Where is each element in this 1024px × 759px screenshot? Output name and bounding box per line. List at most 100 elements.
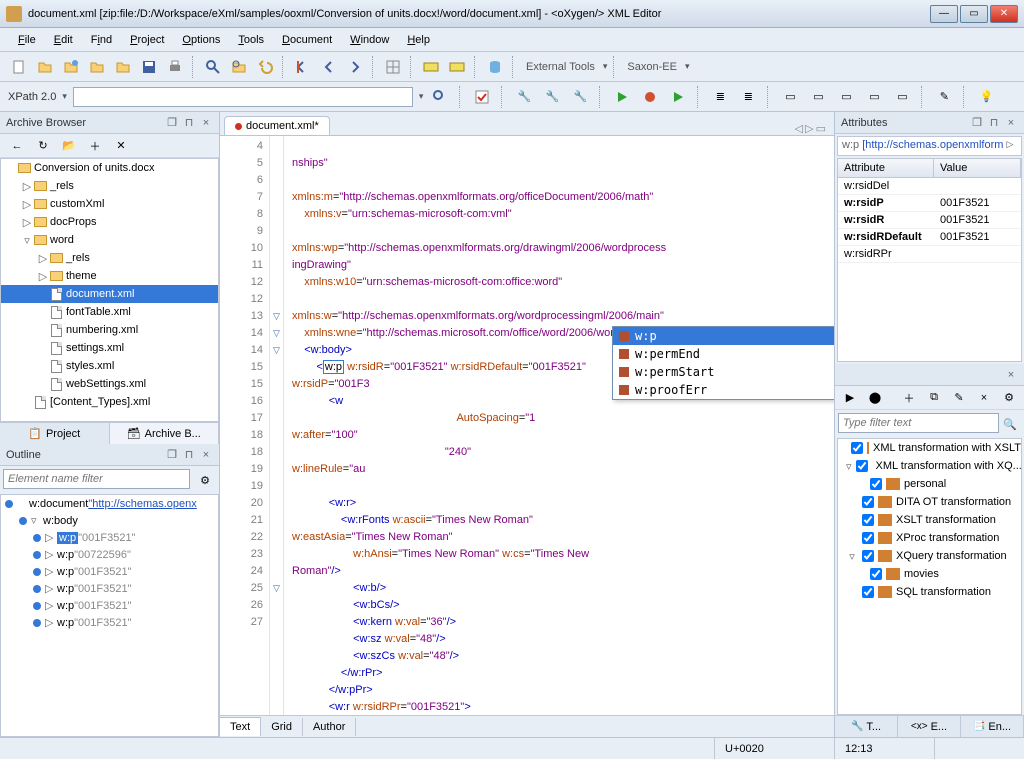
help-icon[interactable]: 💡 <box>975 86 997 108</box>
archive-folder[interactable]: ▷theme <box>1 267 218 285</box>
forward-icon[interactable] <box>344 56 366 78</box>
attributes-table[interactable]: Attribute Value w:rsidDelw:rsidP001F3521… <box>837 158 1022 362</box>
archive-new-icon[interactable]: ＋ <box>84 135 106 157</box>
debug-scenario-icon[interactable]: ⬤ <box>864 387 886 409</box>
archive-folder[interactable]: ▷customXml <box>1 195 218 213</box>
editor-tab-document[interactable]: document.xml* <box>224 116 330 135</box>
archive-root[interactable]: Conversion of units.docx <box>1 159 218 177</box>
menu-document[interactable]: Document <box>274 31 340 49</box>
mode-author[interactable]: Author <box>303 718 356 736</box>
scenario-item[interactable]: DITA OT transformation <box>838 493 1021 511</box>
mode-text[interactable]: Text <box>220 717 261 736</box>
open-find-icon[interactable] <box>86 56 108 78</box>
xquery-icon[interactable] <box>446 56 468 78</box>
right-tab-transform[interactable]: 🔧 T... <box>835 716 898 737</box>
outline-item[interactable]: ▷w:p "001F3521" <box>1 563 218 580</box>
run-wrench-icon[interactable] <box>667 86 689 108</box>
delete-icon[interactable]: × <box>973 387 995 409</box>
xpath-input[interactable] <box>73 87 413 107</box>
pi-icon[interactable]: ▭ <box>863 86 885 108</box>
mode-grid[interactable]: Grid <box>261 718 303 736</box>
archive-file[interactable]: numbering.xml <box>1 321 218 339</box>
scenario-item[interactable]: XSLT transformation <box>838 511 1021 529</box>
menu-tools[interactable]: Tools <box>230 31 272 49</box>
panel-close-icon[interactable]: × <box>1004 368 1018 382</box>
comment-icon[interactable]: ▭ <box>807 86 829 108</box>
outline-item[interactable]: ▿w:body <box>1 512 218 529</box>
scenario-item[interactable]: ▿XML transformation with XQ... <box>838 457 1021 475</box>
wrench-icon[interactable]: 🔧 <box>513 86 535 108</box>
outline-filter-input[interactable] <box>3 469 190 489</box>
attribute-row[interactable]: w:rsidR001F3521 <box>838 212 1021 229</box>
open-icon[interactable] <box>34 56 56 78</box>
archive-file[interactable]: [Content_Types].xml <box>1 393 218 411</box>
outline-item[interactable]: ▷w:p "001F3521" <box>1 580 218 597</box>
archive-file[interactable]: settings.xml <box>1 339 218 357</box>
scenarios-tree[interactable]: XML transformation with XSLT▿XML transfo… <box>837 438 1022 715</box>
menu-help[interactable]: Help <box>399 31 438 49</box>
right-tab-elements[interactable]: <x> E... <box>898 716 961 737</box>
fold-gutter[interactable]: ▽▽▽▽ <box>270 136 284 715</box>
panel-restore-icon[interactable]: ❐ <box>165 448 179 462</box>
autocomplete-popup[interactable]: w:pw:permEndw:permStartw:proofErr <box>612 326 834 400</box>
wrench-check-icon[interactable]: 🔧 <box>541 86 563 108</box>
edit-icon[interactable]: ✎ <box>948 387 970 409</box>
panel-pin-icon[interactable]: ⊓ <box>987 116 1001 130</box>
right-tab-entities[interactable]: 📑 En... <box>961 716 1024 737</box>
window-minimize-button[interactable]: ― <box>930 5 958 23</box>
tag-icon[interactable]: ▭ <box>779 86 801 108</box>
autocomplete-item[interactable]: w:proofErr <box>613 381 834 399</box>
copy-icon[interactable]: ⧉ <box>923 387 945 409</box>
tab-next-icon[interactable]: ▷ <box>805 122 813 135</box>
outline-item[interactable]: w:document "http://schemas.openx <box>1 495 218 512</box>
tab-project[interactable]: 📋 Project <box>0 423 110 444</box>
scenario-item[interactable]: movies <box>838 565 1021 583</box>
panel-pin-icon[interactable]: ⊓ <box>182 116 196 130</box>
archive-file[interactable]: fontTable.xml <box>1 303 218 321</box>
search-icon[interactable] <box>202 56 224 78</box>
engine-label[interactable]: Saxon-EE <box>623 61 681 73</box>
panel-pin-icon[interactable]: ⊓ <box>182 448 196 462</box>
code-editor[interactable]: 4567891011121213141415151617181819192021… <box>220 136 834 715</box>
archive-refresh-icon[interactable]: ↻ <box>32 135 54 157</box>
archive-file[interactable]: styles.xml <box>1 357 218 375</box>
validate-icon[interactable] <box>471 86 493 108</box>
run-scenario-icon[interactable]: ▶ <box>839 387 861 409</box>
scenario-item[interactable]: XML transformation with XSLT <box>838 439 1021 457</box>
attribute-row[interactable]: w:rsidRPr <box>838 246 1021 263</box>
scenario-item[interactable]: personal <box>838 475 1021 493</box>
cdata-icon[interactable]: ▭ <box>835 86 857 108</box>
archive-file[interactable]: document.xml <box>1 285 218 303</box>
menu-window[interactable]: Window <box>342 31 397 49</box>
panel-restore-icon[interactable]: ❐ <box>165 116 179 130</box>
menu-project[interactable]: Project <box>122 31 172 49</box>
archive-up-icon[interactable]: ← <box>6 135 28 157</box>
wrench-x-icon[interactable]: 🔧 <box>569 86 591 108</box>
archive-tree[interactable]: Conversion of units.docx ▷_rels▷customXm… <box>0 158 219 422</box>
debug-icon[interactable] <box>639 86 661 108</box>
code-area[interactable]: nships" xmlns:m="http://schemas.openxmlf… <box>284 136 834 715</box>
archive-file[interactable]: webSettings.xml <box>1 375 218 393</box>
save-icon[interactable] <box>138 56 160 78</box>
print-icon[interactable] <box>164 56 186 78</box>
menu-find[interactable]: Find <box>83 31 120 49</box>
outline-tree[interactable]: w:document "http://schemas.openx▿w:body … <box>0 494 219 737</box>
replace-icon[interactable] <box>228 56 250 78</box>
scenario-item[interactable]: SQL transformation <box>838 583 1021 601</box>
archive-folder[interactable]: ▿word <box>1 231 218 249</box>
indent-icon[interactable]: ≣ <box>709 86 731 108</box>
xslt-icon[interactable] <box>420 56 442 78</box>
archive-delete-icon[interactable]: ✕ <box>110 135 132 157</box>
add-icon[interactable]: ＋ <box>898 387 920 409</box>
open-archive-icon[interactable] <box>112 56 134 78</box>
outline-item[interactable]: ▷w:p "00722596" <box>1 546 218 563</box>
autocomplete-item[interactable]: w:permEnd <box>613 345 834 363</box>
new-icon[interactable] <box>8 56 30 78</box>
tab-prev-icon[interactable]: ◁ <box>795 122 803 135</box>
panel-close-icon[interactable]: × <box>1004 116 1018 130</box>
external-tools-label[interactable]: External Tools <box>522 61 599 73</box>
settings-icon[interactable]: ⚙ <box>998 387 1020 409</box>
search-icon[interactable]: 🔍 <box>999 413 1021 435</box>
archive-open-icon[interactable]: 📂 <box>58 135 80 157</box>
xpath-version-label[interactable]: XPath 2.0 <box>8 91 56 103</box>
